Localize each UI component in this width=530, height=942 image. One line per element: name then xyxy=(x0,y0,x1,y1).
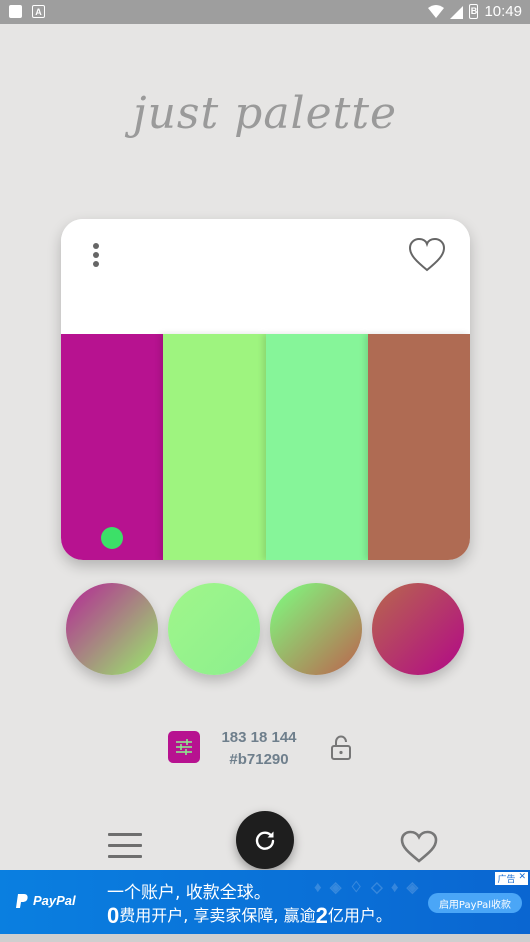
paypal-icon xyxy=(16,893,28,908)
ad-headline: 一个账户, 收款全球。 xyxy=(107,883,271,903)
signal-icon xyxy=(450,5,464,19)
heart-outline-icon[interactable] xyxy=(408,237,446,273)
gradient-circle-3[interactable] xyxy=(270,583,362,675)
color-info: 183 18 144 #b71290 xyxy=(214,727,304,771)
hex-value: #b71290 xyxy=(229,751,289,768)
palette-swatches xyxy=(61,334,470,560)
notification-icon xyxy=(9,5,22,18)
refresh-icon xyxy=(255,831,275,850)
hamburger-icon[interactable] xyxy=(108,833,142,861)
sliders-icon xyxy=(176,739,192,755)
ad-banner[interactable]: ♦ ◈ ♢ ◇ ♦ ◈ PayPal 一个账户, 收款全球。 0费用开户, 享卖… xyxy=(0,870,530,934)
ad-number-2: 2 xyxy=(315,903,328,928)
ad-brand: PayPal xyxy=(33,893,76,908)
swatch-1[interactable] xyxy=(61,334,164,560)
swatch-3[interactable] xyxy=(265,334,368,560)
adjust-color-button[interactable] xyxy=(168,731,200,763)
status-bar: A B 10:49 xyxy=(0,0,530,24)
card-header xyxy=(61,219,470,334)
heart-outline-icon[interactable] xyxy=(400,830,438,864)
clock: 10:49 xyxy=(484,3,522,20)
paypal-logo: PayPal xyxy=(16,893,76,908)
gradient-circles xyxy=(66,583,466,675)
swatch-2[interactable] xyxy=(163,334,266,560)
bottom-strip xyxy=(0,934,530,942)
ad-tag-text: 广告 xyxy=(497,875,516,885)
ad-label[interactable]: 广告 ✕ xyxy=(495,872,528,885)
notification-icons: A xyxy=(9,5,45,18)
wifi-icon xyxy=(428,4,445,18)
ad-subline-mid: 费用开户, 享卖家保障, 赢逾 xyxy=(119,906,316,925)
more-vertical-icon[interactable] xyxy=(85,241,107,273)
ad-subline: 0费用开户, 享卖家保障, 赢逾2亿用户。 xyxy=(107,902,392,929)
ad-number-1: 0 xyxy=(107,903,120,928)
rgb-value: 183 18 144 xyxy=(221,729,297,746)
refresh-button[interactable] xyxy=(236,811,294,869)
selected-indicator xyxy=(101,527,123,549)
app-title: just palette xyxy=(132,88,398,139)
ad-subline-end: 亿用户。 xyxy=(327,906,392,925)
battery-icon: B xyxy=(469,4,479,19)
swatch-4[interactable] xyxy=(367,334,470,560)
close-icon[interactable]: ✕ xyxy=(518,872,526,885)
palette-card xyxy=(61,219,470,560)
gradient-circle-4[interactable] xyxy=(372,583,464,675)
app-notification-icon: A xyxy=(32,5,45,18)
lock-open-icon[interactable] xyxy=(330,735,352,761)
ad-background-pattern: ♦ ◈ ♢ ◇ ♦ ◈ xyxy=(314,879,421,896)
gradient-circle-2[interactable] xyxy=(168,583,260,675)
ad-cta-button[interactable]: 启用PayPal收款 xyxy=(428,893,522,913)
system-icons: B 10:49 xyxy=(428,3,522,20)
gradient-circle-1[interactable] xyxy=(66,583,158,675)
